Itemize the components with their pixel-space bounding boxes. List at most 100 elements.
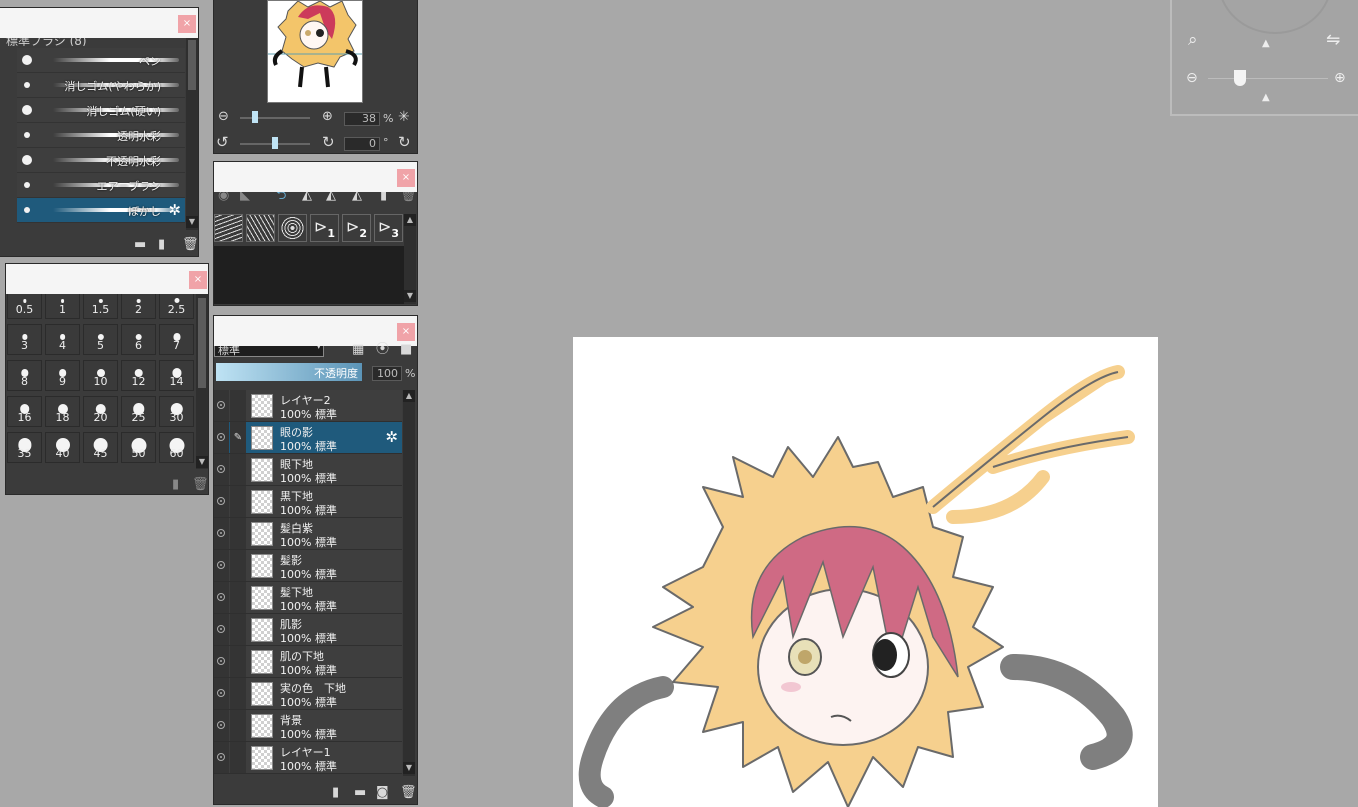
ruler-panel-close-button[interactable]: × [397,169,415,187]
size-trash-icon[interactable]: 🗑 [192,478,208,492]
brush-size-cell[interactable]: 40 [45,432,80,463]
drawing-canvas[interactable] [573,337,1158,807]
layer-edit-indicator[interactable] [230,646,246,677]
layer-visibility-toggle[interactable] [214,678,229,709]
brush-size-cell[interactable]: 20 [83,396,118,427]
brush-size-cell[interactable]: 9 [45,360,80,391]
layer-edit-indicator[interactable] [230,550,246,581]
zoom-value-field[interactable]: 38 [344,112,380,126]
layer-edit-indicator[interactable] [230,582,246,613]
ruler-perspective-3-button[interactable]: ⊳ 3 [374,214,403,242]
brush-size-cell[interactable]: 16 [7,396,42,427]
arrow-up-small-icon[interactable]: ▲ [1262,92,1270,103]
ruler-trash-icon[interactable]: 🗑 [400,192,417,203]
layer-edit-indicator[interactable] [230,390,246,421]
blend-mode-select[interactable]: 標準 ▾ [214,346,324,357]
brush-new-icon[interactable]: ▮ [158,238,165,252]
brush-size-cell[interactable]: 7 [159,324,194,355]
zoom-fit-icon[interactable]: ✳ [398,110,410,124]
brush-size-cell[interactable]: 2 [121,294,156,319]
ruler-snap-icon[interactable]: ⮌ [276,192,286,203]
brush-size-cell[interactable]: 3 [7,324,42,355]
layer-scroll-down-arrow[interactable]: ▼ [403,762,415,774]
brush-panel-close-button[interactable]: × [178,15,196,33]
brush-size-cell[interactable]: 12 [121,360,156,391]
layer-row[interactable]: 肌の下地 100% 標準 [214,646,402,678]
size-grid-scrollbar[interactable]: ▼ [196,294,208,469]
brush-size-cell[interactable]: 50 [121,432,156,463]
ruler-scroll-up-arrow[interactable]: ▲ [404,214,416,226]
zoom-fit-view-icon[interactable]: ⌕ [1188,30,1198,50]
layer-visibility-toggle[interactable] [214,646,229,677]
ruler-list-scrollbar[interactable]: ▲ ▼ [404,214,416,304]
layer-visibility-toggle[interactable] [214,710,229,741]
brush-size-cell[interactable]: 10 [83,360,118,391]
layer-panel-close-button[interactable]: × [397,323,415,341]
brush-list-scroll-thumb[interactable] [188,40,196,90]
gear-icon[interactable]: ✲ [385,428,398,446]
rotate-slider[interactable] [240,137,310,149]
layer-edit-indicator[interactable] [230,678,246,709]
rotate-left-icon[interactable]: ↺ [216,135,229,150]
layer-edit-indicator[interactable] [230,710,246,741]
brush-item[interactable]: 透明水彩 [17,123,185,148]
layer-row[interactable]: ✎ 眼の影 100% 標準 ✲ [214,422,402,454]
layer-visibility-toggle[interactable] [214,422,229,453]
view-zoom-slider[interactable] [1208,70,1328,86]
brush-size-cell[interactable]: 4 [45,324,80,355]
gear-icon[interactable]: ✲ [168,201,181,219]
layer-row[interactable]: 黒下地 100% 標準 [214,486,402,518]
layer-list-scrollbar[interactable]: ▲ ▼ [403,390,415,776]
layer-visibility-toggle[interactable] [214,550,229,581]
brush-item[interactable]: エアーブラシ [17,173,185,198]
brush-size-cell[interactable]: 8 [7,360,42,391]
rotate-right-icon[interactable]: ↻ [322,135,335,150]
ruler-perspective-2-button[interactable]: ⊳ 2 [342,214,371,242]
brush-size-panel-close-button[interactable]: × [189,271,207,289]
brush-trash-icon[interactable]: 🗑 [182,238,198,252]
layer-lock-icon[interactable]: ■ [400,343,412,357]
layer-edit-indicator[interactable] [230,518,246,549]
layer-row[interactable]: 背景 100% 標準 [214,710,402,742]
layer-edit-indicator[interactable] [230,486,246,517]
brush-group-header[interactable]: 標準ブラシ (8) [0,38,184,46]
layer-clipping-icon[interactable]: ⦿ [376,343,389,357]
brush-item[interactable]: ペン [17,48,185,73]
layer-row[interactable]: レイヤー1 100% 標準 [214,742,402,774]
rotate-value-field[interactable]: 0 [344,137,380,151]
layer-visibility-toggle[interactable] [214,742,229,773]
rotate-reset-icon[interactable]: ↻ [398,135,411,150]
layer-scroll-up-arrow[interactable]: ▲ [403,390,415,402]
brush-size-cell[interactable]: 5 [83,324,118,355]
delete-layer-icon[interactable]: 🗑 [400,786,417,800]
layer-edit-indicator[interactable]: ✎ [230,422,246,453]
ruler-panel-titlebar[interactable] [214,162,417,192]
rotation-dial[interactable] [1218,0,1332,34]
opacity-value-field[interactable]: 100 [372,366,402,381]
view-zoom-out-icon[interactable]: ⊖ [1186,70,1198,86]
zoom-out-icon[interactable]: ⊖ [218,110,229,124]
layer-row[interactable]: 髪影 100% 標準 [214,550,402,582]
view-zoom-slider-handle[interactable] [1234,70,1246,86]
layer-row[interactable]: 髪白紫 100% 標準 [214,518,402,550]
brush-item[interactable]: 不透明水彩 [17,148,185,173]
brush-size-cell[interactable]: 45 [83,432,118,463]
ruler-perspective-1-button[interactable]: ⊳ 1 [310,214,339,242]
size-grid-scroll-thumb[interactable] [198,298,206,388]
brush-size-cell[interactable]: 6 [121,324,156,355]
ruler-symmetry-icon[interactable]: ◭ [302,192,312,203]
brush-panel-titlebar[interactable] [0,8,198,38]
ruler-scroll-down-arrow[interactable]: ▼ [404,290,416,302]
zoom-slider-handle[interactable] [252,111,258,123]
rotate-slider-handle[interactable] [272,137,278,149]
brush-size-cell[interactable]: 60 [159,432,194,463]
ruler-parallel-button[interactable] [214,214,243,242]
layer-row[interactable]: 実の色 下地 100% 標準 [214,678,402,710]
zoom-in-icon[interactable]: ⊕ [322,110,333,124]
layer-edit-indicator[interactable] [230,454,246,485]
layer-edit-indicator[interactable] [230,742,246,773]
brush-item[interactable]: 消しゴム(硬い) [17,98,185,123]
layer-row[interactable]: 髪下地 100% 標準 [214,582,402,614]
brush-list-scroll-down-arrow[interactable]: ▼ [186,216,198,228]
ruler-radial-line-button[interactable] [246,214,275,242]
